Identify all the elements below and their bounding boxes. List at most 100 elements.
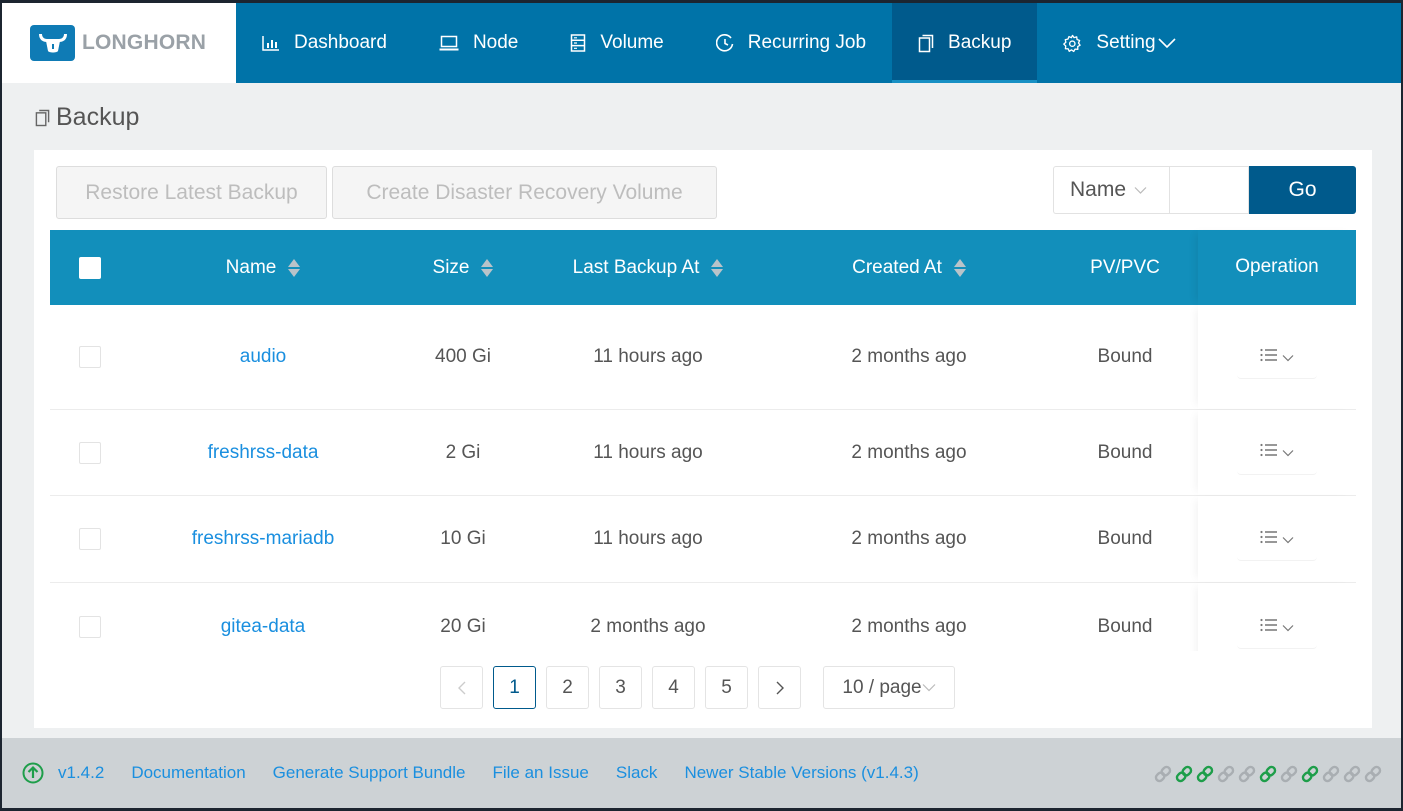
- database-icon: [570, 34, 586, 52]
- last-backup-cell: 11 hours ago: [593, 441, 703, 463]
- backup-name-link[interactable]: audio: [130, 305, 396, 409]
- create-dr-volume-button[interactable]: Create Disaster Recovery Volume: [332, 166, 717, 219]
- nav-label: Volume: [600, 32, 664, 53]
- nav-label: Node: [472, 32, 519, 53]
- go-button[interactable]: Go: [1249, 166, 1356, 214]
- page-2-button[interactable]: 2: [546, 666, 589, 709]
- list-icon: [1260, 346, 1278, 368]
- support-bundle-link[interactable]: Generate Support Bundle: [273, 763, 466, 783]
- column-label: PV/PVC: [1090, 256, 1160, 278]
- page-size-value: 10 / page: [842, 676, 922, 698]
- row-checkbox-cell: [50, 305, 130, 409]
- page-1-button[interactable]: 1: [493, 666, 536, 709]
- link-icon: [1153, 764, 1173, 784]
- created-cell: 2 months ago: [851, 346, 967, 367]
- nav-setting[interactable]: Setting: [1037, 3, 1201, 83]
- page-size-select[interactable]: 10 / page: [823, 666, 955, 709]
- link-icon: [1342, 764, 1362, 784]
- documentation-link[interactable]: Documentation: [131, 763, 245, 783]
- created-cell: 2 months ago: [851, 616, 967, 637]
- backup-name-link[interactable]: freshrss-data: [130, 410, 396, 495]
- page-5-button[interactable]: 5: [705, 666, 748, 709]
- row-checkbox[interactable]: [79, 441, 101, 464]
- search-field-select[interactable]: Name: [1053, 166, 1169, 214]
- clock-icon: [715, 34, 734, 52]
- pagination: 1 2 3 4 5 10 / page: [440, 666, 955, 709]
- operation-menu-button[interactable]: [1237, 517, 1317, 561]
- chevron-down-icon: [1282, 441, 1294, 463]
- row-checkbox[interactable]: [79, 346, 101, 368]
- nav-label: Setting: [1096, 32, 1156, 53]
- column-header-pvpvc: PV/PVC: [1052, 230, 1198, 305]
- header-checkbox-cell: [50, 230, 130, 305]
- select-all-checkbox[interactable]: [79, 256, 101, 279]
- column-header-operation: Operation: [1198, 230, 1356, 305]
- backup-name-link[interactable]: freshrss-mariadb: [130, 496, 396, 582]
- nav-node[interactable]: Node: [413, 3, 544, 83]
- nav-volume[interactable]: Volume: [544, 3, 689, 83]
- main-nav: Dashboard Node Volume Recurring Job Back…: [236, 3, 1202, 83]
- operation-cell: [1198, 410, 1356, 495]
- table-row: audio 400 Gi 11 hours ago 2 months ago B…: [50, 305, 1356, 410]
- page-title-text: Backup: [56, 103, 140, 131]
- search-bar: Name Go: [1053, 166, 1356, 214]
- sort-icon[interactable]: [481, 258, 494, 277]
- sort-icon[interactable]: [288, 258, 301, 277]
- nav-dashboard[interactable]: Dashboard: [236, 3, 413, 83]
- version-link[interactable]: v1.4.2: [58, 763, 104, 783]
- restore-latest-backup-button[interactable]: Restore Latest Backup: [56, 166, 327, 219]
- upgrade-arrow-icon[interactable]: [22, 762, 44, 784]
- operation-cell: [1198, 305, 1356, 409]
- nav-recurring-job[interactable]: Recurring Job: [690, 3, 892, 83]
- link-icon: [1279, 764, 1299, 784]
- footer: v1.4.2 Documentation Generate Support Bu…: [2, 738, 1401, 808]
- column-header-size[interactable]: Size: [396, 230, 530, 305]
- column-header-name[interactable]: Name: [130, 230, 396, 305]
- slack-link[interactable]: Slack: [616, 763, 658, 783]
- row-checkbox[interactable]: [79, 528, 101, 550]
- link-icon: [1216, 764, 1236, 784]
- footer-links: v1.4.2 Documentation Generate Support Bu…: [2, 762, 946, 784]
- app-window: LONGHORN Dashboard Node Volume Recurring…: [2, 3, 1401, 808]
- created-cell: 2 months ago: [851, 441, 967, 463]
- sort-icon[interactable]: [711, 258, 724, 277]
- chevron-down-icon: [1157, 37, 1176, 49]
- logo[interactable]: LONGHORN: [2, 3, 236, 83]
- copy-icon: [918, 34, 934, 53]
- copy-icon: [35, 109, 50, 127]
- page-4-button[interactable]: 4: [652, 666, 695, 709]
- file-issue-link[interactable]: File an Issue: [492, 763, 588, 783]
- longhorn-logo-icon: [30, 25, 75, 61]
- chevron-down-icon: [1282, 346, 1294, 368]
- column-label: Created At: [852, 256, 942, 278]
- newer-versions-link[interactable]: Newer Stable Versions (v1.4.3): [684, 763, 918, 783]
- chevron-down-icon: [1282, 616, 1294, 638]
- prev-page-button[interactable]: [440, 666, 483, 709]
- operation-menu-button[interactable]: [1237, 431, 1317, 475]
- operation-cell: [1198, 583, 1356, 651]
- row-checkbox-cell: [50, 410, 130, 495]
- column-label: Size: [432, 256, 470, 278]
- backup-name-link[interactable]: gitea-data: [130, 583, 396, 651]
- column-header-created[interactable]: Created At: [766, 230, 1052, 305]
- table-row: freshrss-mariadb 10 Gi 11 hours ago 2 mo…: [50, 496, 1356, 583]
- sort-icon[interactable]: [953, 258, 966, 277]
- list-icon: [1260, 528, 1278, 550]
- search-input[interactable]: [1169, 166, 1249, 214]
- size-cell: 20 Gi: [440, 616, 486, 637]
- column-label: Operation: [1235, 255, 1319, 277]
- row-checkbox[interactable]: [79, 616, 101, 638]
- row-checkbox-cell: [50, 583, 130, 651]
- nav-backup[interactable]: Backup: [892, 3, 1038, 83]
- size-cell: 10 Gi: [440, 528, 486, 549]
- page-title: Backup: [35, 103, 139, 132]
- operation-menu-button[interactable]: [1237, 335, 1317, 379]
- nav-label: Backup: [948, 32, 1012, 53]
- next-page-button[interactable]: [758, 666, 801, 709]
- column-header-last-backup[interactable]: Last Backup At: [530, 230, 766, 305]
- operation-menu-button[interactable]: [1237, 605, 1317, 649]
- bar-chart-icon: [262, 35, 280, 51]
- backup-card: Restore Latest Backup Create Disaster Re…: [34, 150, 1372, 728]
- link-icon: [1363, 764, 1383, 784]
- page-3-button[interactable]: 3: [599, 666, 642, 709]
